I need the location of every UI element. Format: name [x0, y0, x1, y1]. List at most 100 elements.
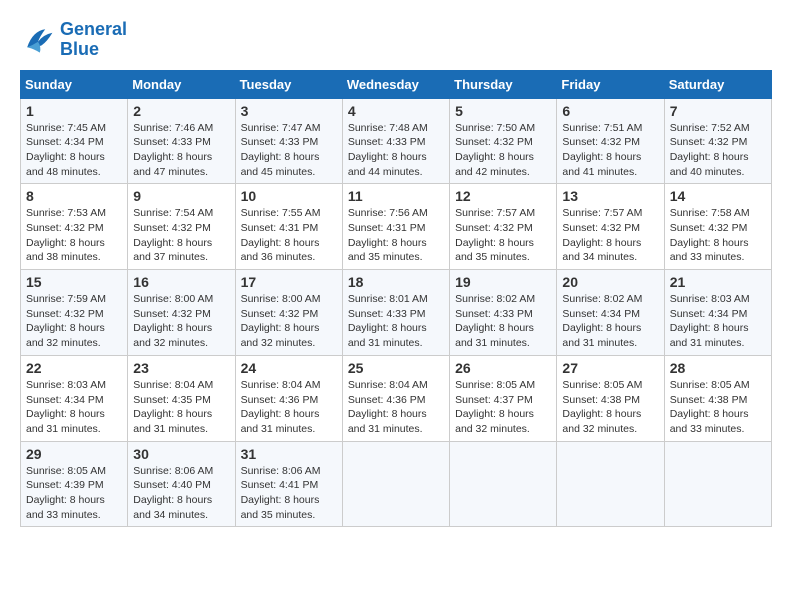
day-number: 31	[241, 446, 337, 462]
calendar-week-row: 8 Sunrise: 7:53 AM Sunset: 4:32 PM Dayli…	[21, 184, 772, 270]
day-number: 26	[455, 360, 551, 376]
calendar-table: SundayMondayTuesdayWednesdayThursdayFrid…	[20, 70, 772, 528]
day-number: 21	[670, 274, 766, 290]
calendar-cell: 11 Sunrise: 7:56 AM Sunset: 4:31 PM Dayl…	[342, 184, 449, 270]
page-header: General Blue	[20, 20, 772, 60]
calendar-cell: 21 Sunrise: 8:03 AM Sunset: 4:34 PM Dayl…	[664, 270, 771, 356]
day-number: 16	[133, 274, 229, 290]
calendar-cell	[557, 441, 664, 527]
day-info: Sunrise: 7:57 AM Sunset: 4:32 PM Dayligh…	[455, 206, 551, 265]
day-number: 4	[348, 103, 444, 119]
day-number: 23	[133, 360, 229, 376]
calendar-cell: 29 Sunrise: 8:05 AM Sunset: 4:39 PM Dayl…	[21, 441, 128, 527]
calendar-cell: 14 Sunrise: 7:58 AM Sunset: 4:32 PM Dayl…	[664, 184, 771, 270]
day-info: Sunrise: 8:02 AM Sunset: 4:34 PM Dayligh…	[562, 292, 658, 351]
calendar-cell: 9 Sunrise: 7:54 AM Sunset: 4:32 PM Dayli…	[128, 184, 235, 270]
calendar-cell: 17 Sunrise: 8:00 AM Sunset: 4:32 PM Dayl…	[235, 270, 342, 356]
calendar-cell: 15 Sunrise: 7:59 AM Sunset: 4:32 PM Dayl…	[21, 270, 128, 356]
logo-text: General Blue	[60, 20, 127, 60]
day-info: Sunrise: 8:05 AM Sunset: 4:38 PM Dayligh…	[562, 378, 658, 437]
calendar-cell: 1 Sunrise: 7:45 AM Sunset: 4:34 PM Dayli…	[21, 98, 128, 184]
calendar-cell	[664, 441, 771, 527]
day-number: 15	[26, 274, 122, 290]
day-number: 2	[133, 103, 229, 119]
day-number: 7	[670, 103, 766, 119]
day-number: 20	[562, 274, 658, 290]
calendar-week-row: 1 Sunrise: 7:45 AM Sunset: 4:34 PM Dayli…	[21, 98, 772, 184]
day-info: Sunrise: 8:04 AM Sunset: 4:36 PM Dayligh…	[241, 378, 337, 437]
day-info: Sunrise: 7:52 AM Sunset: 4:32 PM Dayligh…	[670, 121, 766, 180]
calendar-cell: 18 Sunrise: 8:01 AM Sunset: 4:33 PM Dayl…	[342, 270, 449, 356]
day-info: Sunrise: 8:05 AM Sunset: 4:37 PM Dayligh…	[455, 378, 551, 437]
weekday-header-friday: Friday	[557, 70, 664, 98]
day-info: Sunrise: 7:56 AM Sunset: 4:31 PM Dayligh…	[348, 206, 444, 265]
day-info: Sunrise: 8:03 AM Sunset: 4:34 PM Dayligh…	[670, 292, 766, 351]
day-number: 17	[241, 274, 337, 290]
day-info: Sunrise: 7:55 AM Sunset: 4:31 PM Dayligh…	[241, 206, 337, 265]
weekday-header-sunday: Sunday	[21, 70, 128, 98]
calendar-cell: 16 Sunrise: 8:00 AM Sunset: 4:32 PM Dayl…	[128, 270, 235, 356]
calendar-cell: 22 Sunrise: 8:03 AM Sunset: 4:34 PM Dayl…	[21, 355, 128, 441]
calendar-cell: 23 Sunrise: 8:04 AM Sunset: 4:35 PM Dayl…	[128, 355, 235, 441]
day-info: Sunrise: 7:48 AM Sunset: 4:33 PM Dayligh…	[348, 121, 444, 180]
day-number: 3	[241, 103, 337, 119]
day-number: 9	[133, 188, 229, 204]
calendar-cell: 31 Sunrise: 8:06 AM Sunset: 4:41 PM Dayl…	[235, 441, 342, 527]
weekday-header-thursday: Thursday	[450, 70, 557, 98]
day-number: 13	[562, 188, 658, 204]
day-info: Sunrise: 8:00 AM Sunset: 4:32 PM Dayligh…	[133, 292, 229, 351]
calendar-cell: 4 Sunrise: 7:48 AM Sunset: 4:33 PM Dayli…	[342, 98, 449, 184]
day-info: Sunrise: 8:05 AM Sunset: 4:38 PM Dayligh…	[670, 378, 766, 437]
day-number: 18	[348, 274, 444, 290]
calendar-cell	[342, 441, 449, 527]
calendar-cell: 2 Sunrise: 7:46 AM Sunset: 4:33 PM Dayli…	[128, 98, 235, 184]
calendar-cell: 28 Sunrise: 8:05 AM Sunset: 4:38 PM Dayl…	[664, 355, 771, 441]
calendar-cell: 12 Sunrise: 7:57 AM Sunset: 4:32 PM Dayl…	[450, 184, 557, 270]
day-info: Sunrise: 8:06 AM Sunset: 4:40 PM Dayligh…	[133, 464, 229, 523]
day-number: 14	[670, 188, 766, 204]
calendar-cell	[450, 441, 557, 527]
weekday-header-wednesday: Wednesday	[342, 70, 449, 98]
day-number: 30	[133, 446, 229, 462]
day-number: 19	[455, 274, 551, 290]
day-number: 5	[455, 103, 551, 119]
day-info: Sunrise: 7:47 AM Sunset: 4:33 PM Dayligh…	[241, 121, 337, 180]
day-info: Sunrise: 7:53 AM Sunset: 4:32 PM Dayligh…	[26, 206, 122, 265]
day-info: Sunrise: 7:51 AM Sunset: 4:32 PM Dayligh…	[562, 121, 658, 180]
day-number: 27	[562, 360, 658, 376]
calendar-week-row: 15 Sunrise: 7:59 AM Sunset: 4:32 PM Dayl…	[21, 270, 772, 356]
calendar-cell: 6 Sunrise: 7:51 AM Sunset: 4:32 PM Dayli…	[557, 98, 664, 184]
calendar-week-row: 22 Sunrise: 8:03 AM Sunset: 4:34 PM Dayl…	[21, 355, 772, 441]
day-number: 22	[26, 360, 122, 376]
day-number: 11	[348, 188, 444, 204]
day-number: 25	[348, 360, 444, 376]
day-info: Sunrise: 8:04 AM Sunset: 4:36 PM Dayligh…	[348, 378, 444, 437]
day-info: Sunrise: 7:59 AM Sunset: 4:32 PM Dayligh…	[26, 292, 122, 351]
day-info: Sunrise: 8:02 AM Sunset: 4:33 PM Dayligh…	[455, 292, 551, 351]
calendar-week-row: 29 Sunrise: 8:05 AM Sunset: 4:39 PM Dayl…	[21, 441, 772, 527]
day-info: Sunrise: 7:46 AM Sunset: 4:33 PM Dayligh…	[133, 121, 229, 180]
calendar-cell: 26 Sunrise: 8:05 AM Sunset: 4:37 PM Dayl…	[450, 355, 557, 441]
day-info: Sunrise: 8:00 AM Sunset: 4:32 PM Dayligh…	[241, 292, 337, 351]
weekday-header-monday: Monday	[128, 70, 235, 98]
calendar-cell: 8 Sunrise: 7:53 AM Sunset: 4:32 PM Dayli…	[21, 184, 128, 270]
day-number: 29	[26, 446, 122, 462]
day-info: Sunrise: 7:54 AM Sunset: 4:32 PM Dayligh…	[133, 206, 229, 265]
day-info: Sunrise: 8:06 AM Sunset: 4:41 PM Dayligh…	[241, 464, 337, 523]
logo: General Blue	[20, 20, 127, 60]
day-info: Sunrise: 7:58 AM Sunset: 4:32 PM Dayligh…	[670, 206, 766, 265]
day-number: 12	[455, 188, 551, 204]
day-number: 24	[241, 360, 337, 376]
day-info: Sunrise: 8:04 AM Sunset: 4:35 PM Dayligh…	[133, 378, 229, 437]
day-number: 10	[241, 188, 337, 204]
day-info: Sunrise: 7:45 AM Sunset: 4:34 PM Dayligh…	[26, 121, 122, 180]
day-number: 1	[26, 103, 122, 119]
calendar-cell: 25 Sunrise: 8:04 AM Sunset: 4:36 PM Dayl…	[342, 355, 449, 441]
calendar-cell: 27 Sunrise: 8:05 AM Sunset: 4:38 PM Dayl…	[557, 355, 664, 441]
calendar-cell: 3 Sunrise: 7:47 AM Sunset: 4:33 PM Dayli…	[235, 98, 342, 184]
logo-bird-icon	[20, 22, 56, 58]
day-info: Sunrise: 8:01 AM Sunset: 4:33 PM Dayligh…	[348, 292, 444, 351]
day-info: Sunrise: 8:05 AM Sunset: 4:39 PM Dayligh…	[26, 464, 122, 523]
calendar-cell: 20 Sunrise: 8:02 AM Sunset: 4:34 PM Dayl…	[557, 270, 664, 356]
calendar-cell: 30 Sunrise: 8:06 AM Sunset: 4:40 PM Dayl…	[128, 441, 235, 527]
